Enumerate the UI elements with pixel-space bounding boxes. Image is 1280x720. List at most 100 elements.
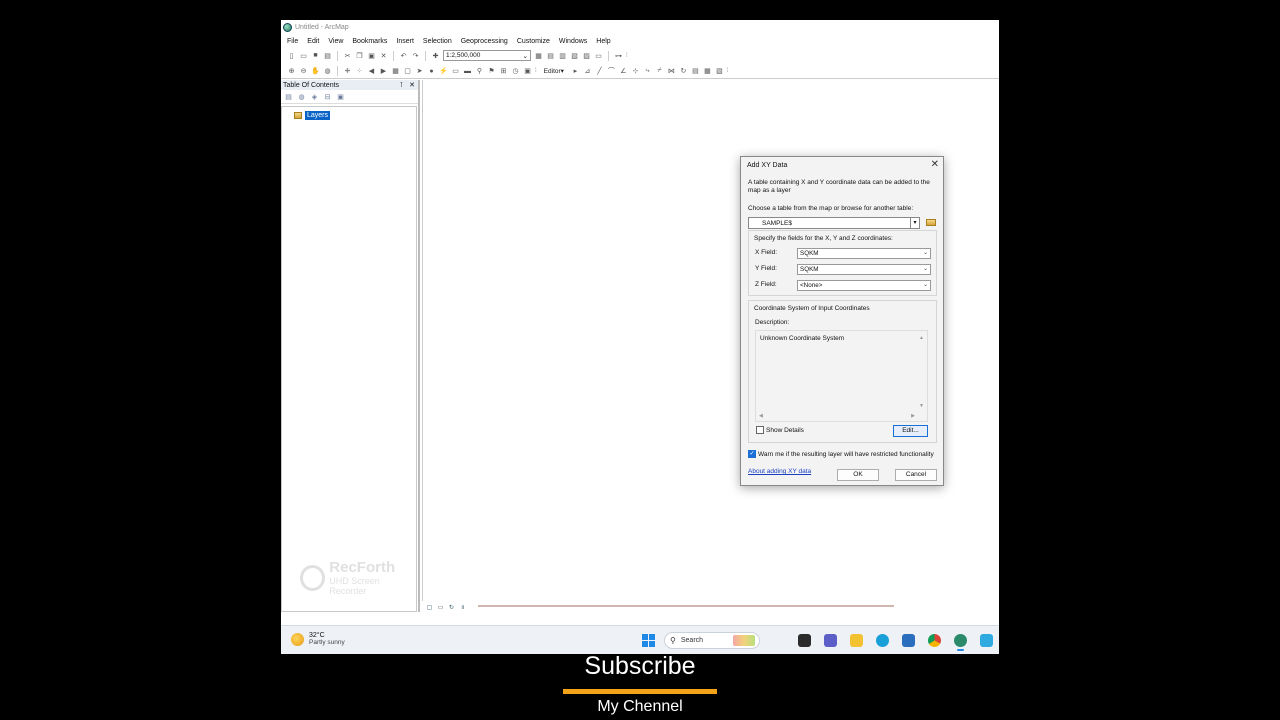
browse-button[interactable]: [925, 217, 937, 228]
layout-view-icon[interactable]: ▭: [437, 604, 444, 611]
weather-widget[interactable]: 32°C Partly sunny: [291, 632, 345, 646]
hyperlink-icon[interactable]: ⚡: [439, 67, 448, 76]
fixed-zoom-out-icon[interactable]: ⁘: [355, 67, 364, 76]
split-icon[interactable]: ⋈: [667, 67, 676, 76]
map-scale-select[interactable]: 1:2,500,000 ⌄: [443, 50, 531, 61]
menu-selection[interactable]: Selection: [423, 38, 452, 45]
refresh-icon[interactable]: ↻: [448, 604, 455, 611]
ok-button[interactable]: OK: [837, 469, 879, 481]
scroll-up-icon[interactable]: ▲: [919, 335, 924, 341]
store-icon[interactable]: [902, 634, 915, 647]
toolbar-grip-icon[interactable]: ⁞: [727, 68, 729, 74]
list-by-visibility-icon[interactable]: ◈: [310, 92, 319, 101]
edit-button[interactable]: Edit...: [893, 425, 928, 437]
reshape-icon[interactable]: ⤷: [643, 67, 652, 76]
zoom-out-icon[interactable]: ⊖: [299, 67, 308, 76]
chevron-down-icon[interactable]: ▾: [910, 218, 919, 228]
table-select[interactable]: SAMPLE$ ▾: [748, 217, 920, 229]
menu-windows[interactable]: Windows: [559, 38, 587, 45]
back-icon[interactable]: ◀: [367, 67, 376, 76]
edit-vertices-icon[interactable]: ⊹: [631, 67, 640, 76]
attributes-icon[interactable]: ▤: [691, 67, 700, 76]
pin-icon[interactable]: ⊺: [400, 82, 404, 89]
rotate-icon[interactable]: ↻: [679, 67, 688, 76]
list-by-drawing-order-icon[interactable]: ▤: [284, 92, 293, 101]
find-icon[interactable]: ⚲: [475, 67, 484, 76]
toolbar-grip-icon[interactable]: ⁞: [626, 53, 628, 59]
file-explorer-icon[interactable]: [850, 634, 863, 647]
viewer-window-icon[interactable]: ▣: [523, 67, 532, 76]
menu-file[interactable]: File: [287, 38, 298, 45]
cancel-button[interactable]: Cancel: [895, 469, 937, 481]
cut-icon[interactable]: ✂: [343, 51, 352, 60]
teams-chat-icon[interactable]: [824, 634, 837, 647]
pan-icon[interactable]: ✋: [311, 67, 320, 76]
z-field-select[interactable]: <None> ⌄: [797, 280, 931, 291]
data-view-icon[interactable]: ▢: [426, 604, 433, 611]
list-by-source-icon[interactable]: ◍: [297, 92, 306, 101]
straight-segment-icon[interactable]: ╱: [595, 67, 604, 76]
model-builder-icon[interactable]: ⊶: [614, 51, 623, 60]
redo-icon[interactable]: ↷: [411, 51, 420, 60]
editor-toolbar-icon[interactable]: ▦: [534, 51, 543, 60]
chrome-icon[interactable]: [928, 634, 941, 647]
menu-view[interactable]: View: [328, 38, 343, 45]
save-icon[interactable]: ■: [311, 51, 320, 60]
paste-icon[interactable]: ▣: [367, 51, 376, 60]
edit-tool-icon[interactable]: ▸: [571, 67, 580, 76]
taskbar-search[interactable]: ⚲ Search: [664, 632, 760, 649]
scroll-right-icon[interactable]: ▶: [911, 413, 915, 419]
html-popup-icon[interactable]: ▭: [451, 67, 460, 76]
select-elements-icon[interactable]: ➤: [415, 67, 424, 76]
full-extent-icon[interactable]: ◍: [323, 67, 332, 76]
menu-edit[interactable]: Edit: [307, 38, 319, 45]
select-features-icon[interactable]: ▦: [391, 67, 400, 76]
fixed-zoom-in-icon[interactable]: ⁜: [343, 67, 352, 76]
edit-annotation-icon[interactable]: ⊿: [583, 67, 592, 76]
forward-icon[interactable]: ▶: [379, 67, 388, 76]
coordinate-description-box[interactable]: Unknown Coordinate System ▲ ▼ ◀ ▶: [755, 330, 928, 422]
go-to-xy-icon[interactable]: ⊞: [499, 67, 508, 76]
copy-icon[interactable]: ❐: [355, 51, 364, 60]
y-field-select[interactable]: SQKM ⌄: [797, 264, 931, 275]
new-document-icon[interactable]: ▯: [287, 51, 296, 60]
map-horizontal-scrollbar[interactable]: [478, 605, 894, 607]
identify-icon[interactable]: ●: [427, 67, 436, 76]
arctoolbox-icon[interactable]: ▨: [582, 51, 591, 60]
pause-drawing-icon[interactable]: ॥: [459, 604, 466, 611]
catalog-icon[interactable]: ▥: [558, 51, 567, 60]
zoom-in-icon[interactable]: ⊕: [287, 67, 296, 76]
add-data-icon[interactable]: ✚: [431, 51, 440, 60]
search-window-icon[interactable]: ▧: [570, 51, 579, 60]
measure-icon[interactable]: ▬: [463, 67, 472, 76]
menu-customize[interactable]: Customize: [517, 38, 550, 45]
scroll-down-icon[interactable]: ▼: [919, 403, 924, 409]
layers-data-frame[interactable]: Layers: [294, 111, 331, 120]
python-icon[interactable]: ▭: [594, 51, 603, 60]
point-icon[interactable]: ∠: [619, 67, 628, 76]
menu-insert[interactable]: Insert: [396, 38, 414, 45]
toc-options-icon[interactable]: ▣: [336, 92, 345, 101]
print-icon[interactable]: ▤: [323, 51, 332, 60]
toolbar-grip-icon[interactable]: ⁞: [535, 68, 537, 74]
x-field-select[interactable]: SQKM ⌄: [797, 248, 931, 259]
editor-menu[interactable]: Editor▾: [544, 67, 564, 75]
task-view-icon[interactable]: [798, 634, 811, 647]
arcmap-taskbar-icon[interactable]: [954, 634, 967, 651]
edge-icon[interactable]: [876, 634, 889, 647]
cut-polygons-icon[interactable]: ⌿: [655, 67, 664, 76]
close-icon[interactable]: ✕: [409, 82, 415, 89]
warn-restricted-checkbox[interactable]: ✓ Warn me if the resulting layer will ha…: [748, 450, 934, 458]
start-button[interactable]: [642, 634, 655, 647]
sketch-properties-icon[interactable]: ▦: [703, 67, 712, 76]
route-icon[interactable]: ⚑: [487, 67, 496, 76]
menu-bookmarks[interactable]: Bookmarks: [352, 38, 387, 45]
open-icon[interactable]: ▭: [299, 51, 308, 60]
undo-icon[interactable]: ↶: [399, 51, 408, 60]
time-slider-icon[interactable]: ◷: [511, 67, 520, 76]
scroll-left-icon[interactable]: ◀: [759, 413, 763, 419]
notepad-icon[interactable]: [980, 634, 993, 647]
clear-selection-icon[interactable]: ▢: [403, 67, 412, 76]
arc-segment-icon[interactable]: ⌒: [607, 67, 616, 76]
show-details-checkbox[interactable]: Show Details: [756, 426, 804, 434]
